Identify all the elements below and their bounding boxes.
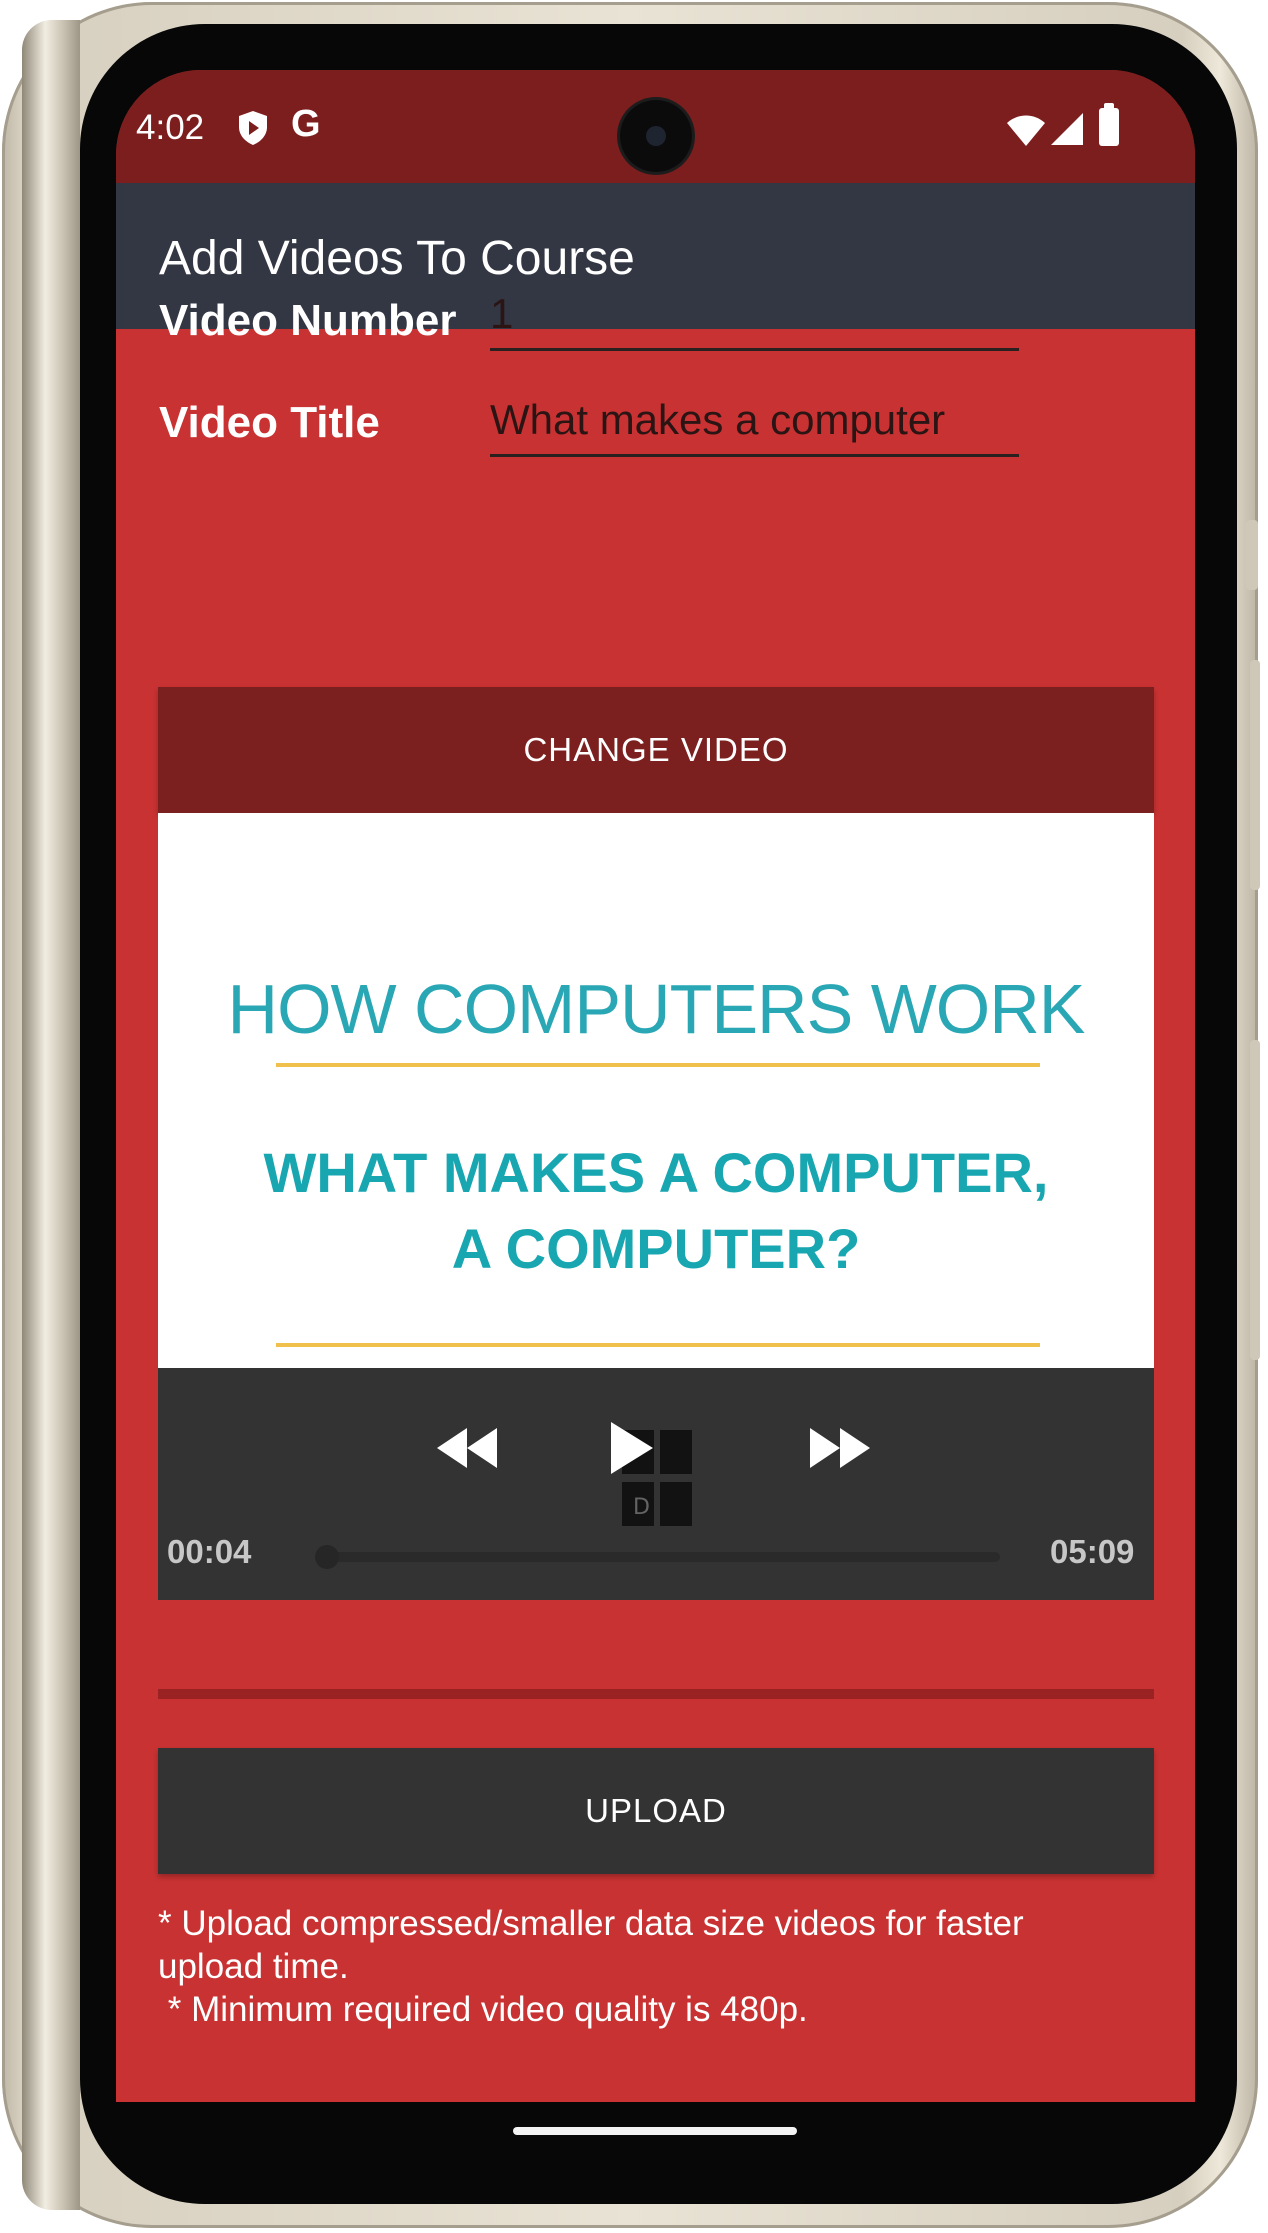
volume-button: [1246, 520, 1258, 590]
thumbnail-subtitle: WHAT MAKES A COMPUTER, A COMPUTER?: [158, 1135, 1154, 1287]
quality-note: * Minimum required video quality is 480p…: [158, 1990, 808, 2029]
rewind-icon[interactable]: [435, 1426, 499, 1470]
page-title: Add Videos To Course: [159, 232, 635, 285]
thumbnail-heading: HOW COMPUTERS WORK: [227, 970, 1086, 1048]
play-icon[interactable]: [607, 1420, 655, 1476]
upload-progress-bar: [158, 1689, 1154, 1699]
video-title-input[interactable]: What makes a computer: [490, 396, 1019, 457]
status-bar: 4:02 G: [116, 70, 1195, 183]
svg-text:D: D: [633, 1495, 650, 1520]
side-button: [1250, 1040, 1260, 1360]
battery-icon: [1099, 103, 1119, 146]
video-number-input[interactable]: 1: [490, 290, 1019, 351]
seek-bar[interactable]: [328, 1552, 1000, 1562]
video-controls: D 00:04 05:09: [158, 1368, 1154, 1600]
status-time: 4:02: [136, 108, 205, 147]
thumbnail-divider-bottom: [276, 1343, 1040, 1347]
seek-thumb[interactable]: [315, 1545, 339, 1569]
video-number-label: Video Number: [159, 296, 457, 345]
wifi-icon: [1007, 115, 1045, 146]
thumbnail-subtitle-line2: A COMPUTER?: [451, 1217, 861, 1280]
change-video-button[interactable]: CHANGE VIDEO: [158, 687, 1154, 813]
upload-button[interactable]: UPLOAD: [158, 1748, 1154, 1874]
signal-icon: [1051, 113, 1083, 145]
power-button: [1250, 660, 1260, 890]
thumbnail-subtitle-line1: WHAT MAKES A COMPUTER,: [263, 1141, 1049, 1204]
shield-icon: [239, 111, 267, 145]
video-thumbnail[interactable]: HOW COMPUTERS WORK WHAT MAKES A COMPUTER…: [158, 813, 1154, 1368]
screen: 4:02 G Add Videos To Course Video Number…: [116, 70, 1195, 2102]
phone-hinge: [22, 20, 80, 2210]
thumbnail-divider-top: [276, 1063, 1040, 1067]
upload-note: * Upload compressed/smaller data size vi…: [158, 1904, 1024, 1986]
front-camera: [620, 100, 692, 172]
duration-time: 05:09: [1050, 1533, 1135, 1570]
google-icon: G: [291, 103, 321, 145]
current-time: 00:04: [167, 1533, 252, 1570]
fast-forward-icon[interactable]: [808, 1426, 872, 1470]
navigation-handle[interactable]: [513, 2127, 797, 2135]
video-title-label: Video Title: [159, 398, 380, 447]
